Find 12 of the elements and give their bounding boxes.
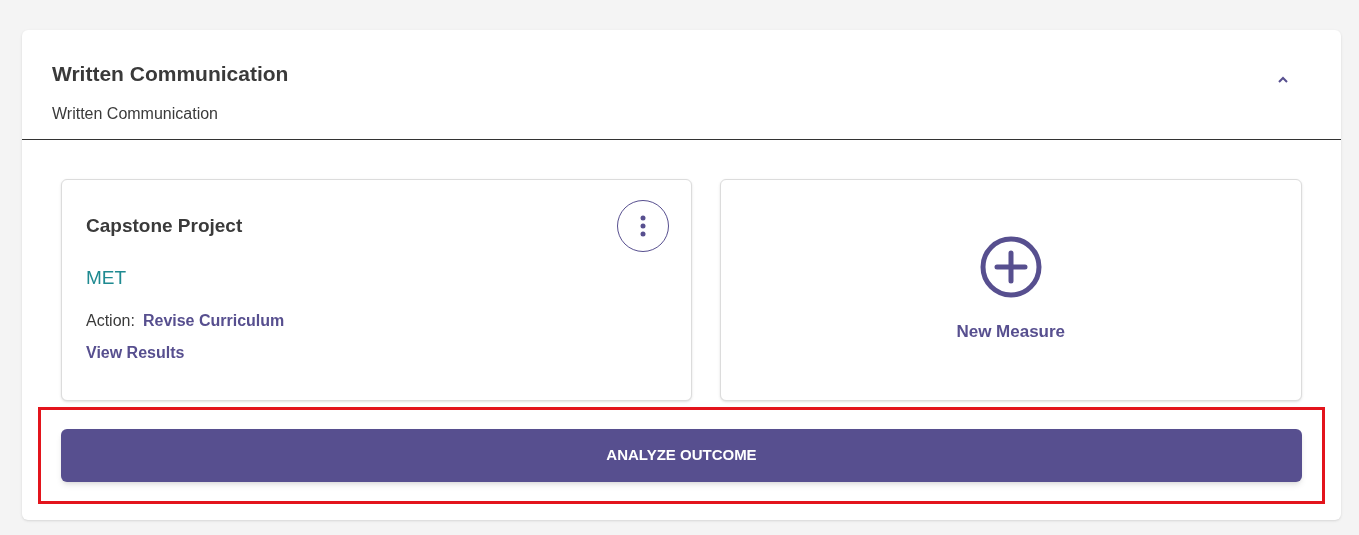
new-measure-card[interactable]: New Measure	[719, 179, 1302, 401]
chevron-up-icon	[1277, 76, 1289, 84]
measure-status: MET	[86, 267, 127, 288]
view-results-link[interactable]: View Results	[86, 343, 185, 361]
panel-title: Written Communication	[52, 61, 289, 87]
action-label: Action:	[86, 310, 135, 331]
panel-subtitle: Written Communication	[52, 103, 219, 124]
action-link[interactable]: Revise Curriculum	[142, 308, 285, 333]
analyze-outcome-button[interactable]: ANALYZE OUTCOME	[61, 429, 1302, 482]
measure-title: Capstone Project	[86, 214, 243, 238]
add-icon	[978, 235, 1043, 300]
more-options-icon	[639, 215, 646, 237]
